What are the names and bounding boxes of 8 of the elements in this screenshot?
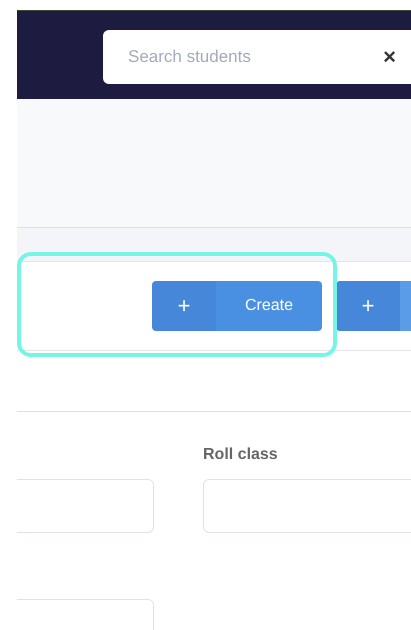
input-field[interactable] <box>203 479 411 533</box>
field-label: Roll class <box>203 446 279 465</box>
search-field[interactable]: Search students × <box>103 30 411 84</box>
input-field[interactable] <box>17 479 154 533</box>
create-button[interactable]: Create <box>216 281 322 331</box>
add-button[interactable]: + <box>152 281 216 331</box>
add-button[interactable]: + <box>336 281 400 331</box>
clear-button[interactable]: × <box>383 46 396 68</box>
